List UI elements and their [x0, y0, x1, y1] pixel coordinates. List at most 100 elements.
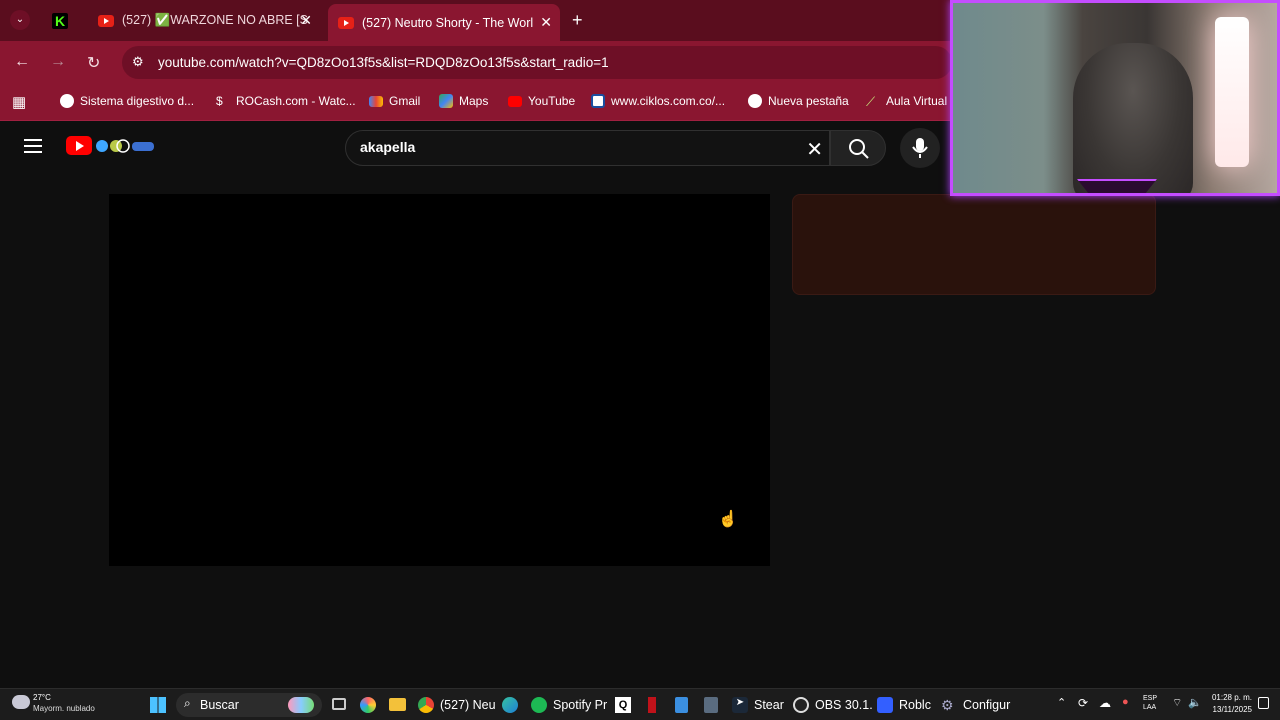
url-text: youtube.com/watch?v=QD8zOo13f5s&list=RDQ… — [158, 55, 609, 70]
task-view-icon[interactable] — [332, 698, 346, 710]
app-q-icon[interactable]: Q — [615, 697, 631, 713]
steam-icon: ➤ — [732, 697, 748, 713]
weather-desc: Mayorm. nublado — [33, 704, 95, 713]
address-bar[interactable]: ⚙ youtube.com/watch?v=QD8zOo13f5s&list=R… — [122, 46, 952, 79]
bookmark-ciklos[interactable]: www.ciklos.com.co/... — [591, 94, 725, 108]
back-arrow-icon[interactable]: ← — [14, 53, 30, 71]
bookmark-youtube[interactable]: YouTube — [508, 94, 575, 108]
notepad-icon[interactable] — [675, 697, 688, 713]
search-icon: ⌕ — [184, 696, 191, 710]
taskbar-app-label: (527) Neu — [440, 698, 496, 712]
dollar-icon: $ — [216, 94, 223, 108]
voice-search-button[interactable] — [900, 128, 940, 168]
menu-icon[interactable] — [24, 139, 42, 153]
taskbar-spotify[interactable]: Spotify Pr — [531, 697, 607, 713]
webcam-ring-light — [1215, 17, 1249, 167]
ciklos-icon — [591, 94, 605, 108]
bookmark-label: Nueva pestaña — [768, 94, 849, 108]
reload-icon[interactable]: ↻ — [87, 53, 100, 73]
search-input[interactable]: akapella — [360, 139, 415, 155]
close-tab-icon[interactable]: ✕ — [540, 14, 552, 31]
search-button[interactable] — [830, 130, 886, 166]
taskbar-search-box[interactable]: ⌕ Buscar — [176, 693, 322, 717]
bookmark-label: Maps — [459, 94, 489, 108]
taskbar-steam[interactable]: ➤ Stear — [732, 697, 784, 713]
microphone-icon — [912, 138, 928, 158]
weather-temp: 27°C — [33, 693, 51, 702]
tab-search-dropdown-icon[interactable]: ⌄ — [10, 10, 30, 30]
video-player[interactable] — [109, 194, 770, 566]
chrome-icon — [418, 697, 434, 713]
sidebar-ad-placeholder[interactable] — [792, 194, 1156, 295]
gmail-icon — [369, 95, 383, 107]
close-tab-icon[interactable]: ✕ — [300, 12, 312, 29]
language-indicator[interactable]: ESP LAA — [1143, 694, 1157, 712]
new-tab-button[interactable]: + — [572, 10, 583, 31]
bookmark-label: YouTube — [528, 94, 576, 108]
bookmark-label: www.ciklos.com.co/... — [611, 94, 726, 108]
red-app-icon[interactable] — [648, 697, 656, 713]
sync-icon[interactable]: ⟳ — [1078, 696, 1088, 710]
webcam-frame-ornament — [1077, 179, 1157, 193]
roblox-icon — [877, 697, 893, 713]
taskbar-app-label: Stear — [754, 698, 784, 712]
youtube-favicon-icon — [98, 14, 114, 27]
bookmark-aula-virtual[interactable]: ⟋ Aula Virtual — [866, 94, 948, 109]
youtube-favicon-icon — [338, 16, 354, 29]
cloud-icon[interactable]: ☁ — [1099, 696, 1111, 710]
clear-search-icon[interactable]: ✕ — [806, 137, 823, 162]
tab-label: (527) Neutro Shorty - The Worl — [362, 15, 534, 30]
taskbar-app-label: Spotify Pr — [553, 698, 608, 712]
notification-icon[interactable] — [1258, 697, 1269, 709]
microphone-tray-icon[interactable]: ● — [1122, 696, 1129, 708]
tab-warzone[interactable]: (527) ✅WARZONE NO ABRE [S ✕ — [92, 0, 322, 41]
leaf-icon: ⟋ — [866, 94, 876, 109]
start-button[interactable] — [150, 697, 166, 713]
chevron-up-icon[interactable]: ⌃ — [1057, 696, 1066, 709]
youtube-logo-icon[interactable] — [66, 136, 92, 155]
taskbar-search-label: Buscar — [200, 698, 239, 712]
bookmark-maps[interactable]: Maps — [439, 94, 488, 108]
bookmark-gmail[interactable]: Gmail — [369, 94, 420, 108]
taskbar-settings[interactable]: ⚙ Configur — [941, 697, 1010, 713]
search-icon — [849, 139, 869, 159]
youtube-doodle-icon[interactable] — [94, 136, 156, 156]
windows-taskbar: ⌕ Buscar (527) Neu Spotify Pr Q ➤ Stear … — [0, 688, 1280, 720]
taskbar-obs[interactable]: OBS 30.1. — [793, 697, 873, 713]
bookmark-sistema-digestivo[interactable]: Sistema digestivo d... — [60, 94, 194, 108]
copilot-icon[interactable] — [360, 697, 376, 713]
taskbar-chrome[interactable]: (527) Neu — [418, 697, 496, 713]
webcam-person — [1073, 43, 1193, 193]
bookmark-label: Aula Virtual — [886, 94, 948, 108]
bookmark-label: Gmail — [389, 94, 421, 108]
speaker-icon[interactable]: 🔈 — [1188, 696, 1202, 709]
taskbar-date[interactable]: 13/11/2025 — [1206, 705, 1252, 714]
youtube-icon — [508, 95, 522, 107]
search-highlight-icon — [288, 697, 314, 713]
apps-grid-icon[interactable]: ▦ — [12, 93, 26, 111]
bookmark-rocash[interactable]: $ ROCash.com - Watc... — [216, 94, 356, 108]
gear-icon: ⚙ — [941, 697, 954, 713]
tab-neutro-shorty[interactable]: (527) Neutro Shorty - The Worl ✕ — [328, 4, 560, 41]
edge-icon[interactable] — [502, 697, 518, 713]
site-info-icon[interactable]: ⚙ — [132, 54, 144, 70]
wifi-icon[interactable]: ⌔ — [1172, 696, 1182, 710]
maps-icon — [439, 94, 453, 108]
hand-cursor-icon: ☝ — [718, 511, 738, 528]
calculator-icon[interactable] — [704, 697, 718, 713]
kick-tab-icon[interactable]: K — [52, 13, 68, 29]
search-box[interactable]: akapella ✕ — [345, 130, 830, 166]
spotify-icon — [531, 697, 547, 713]
bookmark-label: ROCash.com - Watc... — [236, 94, 356, 108]
taskbar-app-label: OBS 30.1. — [815, 698, 873, 712]
tab-label: (527) ✅WARZONE NO ABRE [S — [122, 13, 308, 27]
file-explorer-icon[interactable] — [389, 698, 406, 711]
forward-arrow-icon[interactable]: → — [50, 53, 66, 71]
weather-icon[interactable] — [12, 695, 30, 709]
taskbar-roblox[interactable]: Roblc — [877, 697, 931, 713]
obs-icon — [793, 697, 809, 713]
lang-line1: ESP — [1143, 695, 1158, 702]
taskbar-clock[interactable]: 01:28 p. m. — [1208, 693, 1252, 702]
bookmark-nueva-pestana[interactable]: Nueva pestaña — [748, 94, 849, 108]
webcam-overlay — [950, 0, 1280, 196]
